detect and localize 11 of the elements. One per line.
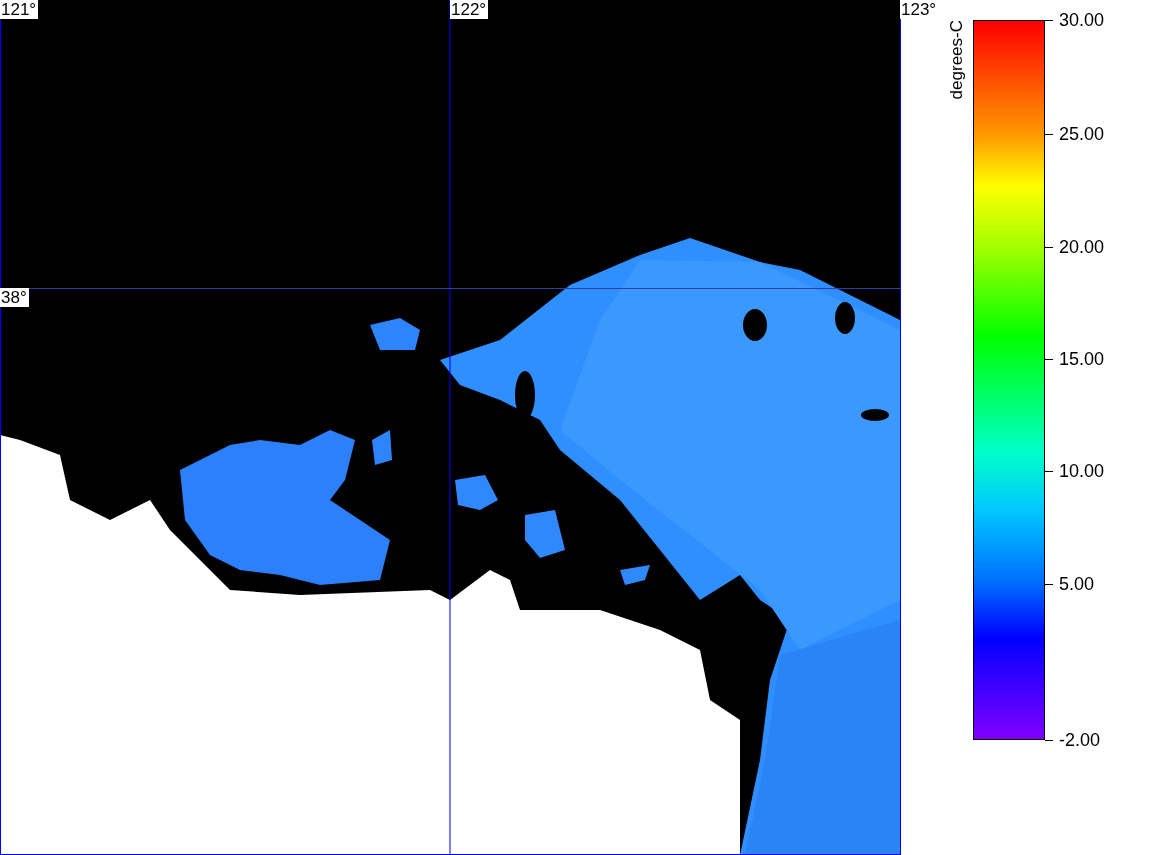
scale-label: 5.00 (1059, 574, 1095, 594)
scale-label: 20.00 (1059, 237, 1105, 257)
scale-label: 25.00 (1059, 124, 1105, 144)
grid-label: 121° (0, 0, 39, 19)
scale-label: -2.00 (1059, 730, 1101, 750)
scale-label: 15.00 (1059, 349, 1105, 369)
scale-label: 30.00 (1059, 10, 1105, 30)
grid-label: 38° (0, 288, 29, 307)
unit-label: degrees-C (947, 20, 967, 100)
scale-label: 10.00 (1059, 461, 1105, 481)
grid-label: 122° (450, 0, 489, 19)
